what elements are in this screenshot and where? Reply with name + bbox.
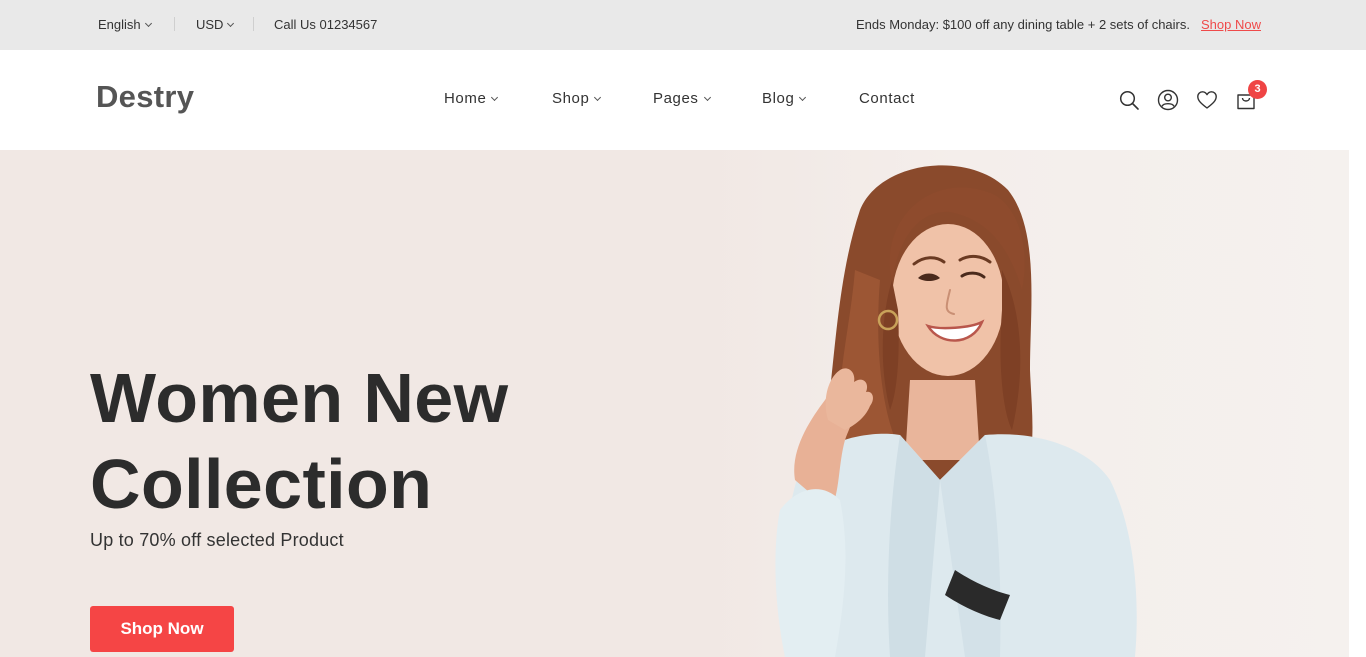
currency-label: USD: [196, 17, 224, 32]
chevron-down-icon: [144, 19, 152, 28]
hero-title: Women New Collection: [90, 355, 508, 527]
nav-item-home[interactable]: Home: [444, 90, 499, 107]
language-label: English: [98, 17, 141, 32]
nav-item-label: Contact: [859, 90, 915, 107]
nav-item-shop[interactable]: Shop: [552, 90, 602, 107]
nav-item-label: Blog: [762, 90, 795, 107]
chevron-down-icon: [594, 93, 602, 102]
nav-item-blog[interactable]: Blog: [762, 90, 807, 107]
site-header: Destry Home Shop Pages Blog Contact: [0, 50, 1366, 150]
promo-shop-now-link[interactable]: Shop Now: [1201, 0, 1261, 50]
heart-icon[interactable]: [1196, 89, 1218, 111]
promo-text: Ends Monday: $100 off any dining table +…: [855, 17, 1190, 32]
language-selector[interactable]: English: [98, 0, 152, 50]
hero-title-line: Collection: [90, 445, 433, 523]
hero-shop-now-button[interactable]: Shop Now: [90, 606, 234, 652]
nav-item-label: Pages: [653, 90, 699, 107]
hero-model-image: [775, 165, 1137, 657]
site-logo[interactable]: Destry: [96, 79, 194, 115]
cart-count-badge: 3: [1248, 80, 1267, 99]
nav-item-label: Home: [444, 90, 487, 107]
hero-subtitle: Up to 70% off selected Product: [90, 530, 344, 550]
chevron-down-icon: [491, 93, 499, 102]
top-bar: English USD Call Us 01234567 Ends Monday…: [0, 0, 1366, 50]
chevron-down-icon: [227, 19, 235, 28]
hero-title-line: Women New: [90, 359, 509, 437]
nav-item-pages[interactable]: Pages: [653, 90, 711, 107]
page-scrollbar[interactable]: [1349, 150, 1366, 657]
search-icon[interactable]: [1118, 89, 1140, 111]
user-icon[interactable]: [1157, 89, 1179, 111]
phone-text: Call Us 01234567: [274, 17, 378, 32]
nav-item-label: Shop: [552, 90, 590, 107]
divider: [174, 17, 175, 31]
hero-banner: Women New Collection Up to 70% off selec…: [0, 150, 1349, 657]
chevron-down-icon: [799, 93, 807, 102]
currency-selector[interactable]: USD: [196, 0, 235, 50]
nav-item-contact[interactable]: Contact: [859, 90, 915, 107]
chevron-down-icon: [703, 93, 711, 102]
divider: [253, 17, 254, 31]
